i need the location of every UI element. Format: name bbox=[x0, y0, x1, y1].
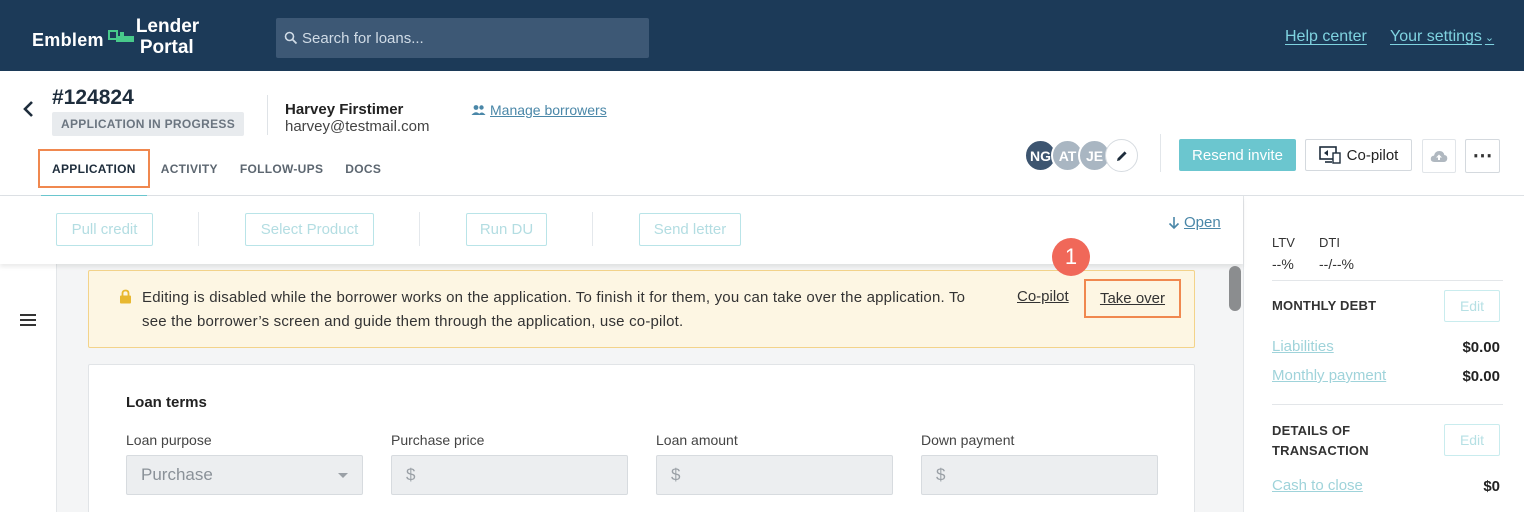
your-settings-menu[interactable]: Your settings ⌄ bbox=[1390, 28, 1494, 46]
search-icon bbox=[284, 31, 298, 45]
loan-amount-label: Loan amount bbox=[656, 432, 738, 448]
summary-panel: LTV DTI --% --/--% MONTHLY DEBT Edit Lia… bbox=[1243, 196, 1524, 512]
down-payment-label: Down payment bbox=[921, 432, 1015, 448]
monthly-debt-edit-button[interactable]: Edit bbox=[1444, 290, 1500, 322]
back-arrow-icon[interactable] bbox=[20, 99, 38, 119]
more-horizontal-icon: ⋯ bbox=[1472, 145, 1493, 167]
cash-to-close-value: $0 bbox=[1483, 478, 1500, 495]
borrower-email: harvey@testmail.com bbox=[285, 118, 430, 135]
select-product-button[interactable]: Select Product bbox=[245, 213, 374, 246]
emblem-lender-portal-logo[interactable]: Emblem Lender Portal bbox=[32, 14, 199, 60]
loan-purpose-label: Loan purpose bbox=[126, 432, 212, 448]
notice-co-pilot-link[interactable]: Co-pilot bbox=[1017, 288, 1069, 305]
hamburger-menu-icon[interactable] bbox=[20, 314, 36, 329]
logo-line-2: Portal bbox=[139, 37, 194, 58]
logo-lender-portal: Lender Portal bbox=[136, 16, 199, 58]
open-label: Open bbox=[1184, 214, 1221, 231]
dti-label: DTI bbox=[1319, 235, 1340, 250]
top-navigation-bar: Emblem Lender Portal Help center Your se… bbox=[0, 0, 1524, 71]
details-of-transaction-heading: DETAILS OF TRANSACTION bbox=[1272, 421, 1369, 461]
take-over-link[interactable]: Take over bbox=[1084, 279, 1181, 318]
dti-value: --/--% bbox=[1319, 256, 1354, 272]
loan-purpose-select[interactable]: Purchase bbox=[126, 455, 363, 495]
notice-message: Editing is disabled while the borrower w… bbox=[142, 289, 966, 330]
search-box bbox=[276, 18, 649, 58]
help-center-link[interactable]: Help center bbox=[1285, 28, 1367, 46]
lock-icon bbox=[120, 289, 131, 304]
status-badge: APPLICATION IN PROGRESS bbox=[52, 112, 245, 136]
liabilities-link[interactable]: Liabilities bbox=[1272, 338, 1334, 355]
tab-application[interactable]: APPLICATION bbox=[38, 149, 150, 199]
pull-credit-button[interactable]: Pull credit bbox=[56, 213, 153, 246]
transaction-edit-button[interactable]: Edit bbox=[1444, 424, 1500, 456]
step-number-badge: 1 bbox=[1052, 238, 1090, 276]
toolbar-divider bbox=[592, 212, 593, 246]
currency-symbol: $ bbox=[671, 465, 681, 484]
cloud-upload-icon bbox=[1430, 151, 1448, 162]
dropdown-caret-icon bbox=[338, 473, 348, 478]
search-input[interactable] bbox=[302, 29, 622, 47]
purchase-price-label: Purchase price bbox=[391, 432, 485, 448]
co-pilot-label: Co-pilot bbox=[1346, 146, 1399, 164]
arrow-down-icon bbox=[1168, 216, 1180, 229]
down-payment-input[interactable]: $ bbox=[921, 455, 1158, 495]
assigned-users: NG AT JE bbox=[1024, 139, 1138, 172]
pencil-icon bbox=[1116, 150, 1127, 161]
tab-activity[interactable]: ACTIVITY bbox=[150, 149, 229, 188]
loan-header: #124824 APPLICATION IN PROGRESS Harvey F… bbox=[0, 71, 1524, 199]
panel-divider bbox=[1272, 404, 1503, 405]
people-icon bbox=[471, 105, 486, 115]
purchase-price-input[interactable]: $ bbox=[391, 455, 628, 495]
loan-purpose-value: Purchase bbox=[141, 465, 213, 484]
left-rail bbox=[0, 264, 57, 512]
upload-button[interactable] bbox=[1422, 139, 1456, 173]
manage-borrowers-link[interactable]: Manage borrowers bbox=[471, 102, 607, 118]
loan-terms-card: Loan terms Loan purpose Purchase Purchas… bbox=[88, 364, 1195, 512]
editing-disabled-notice: Editing is disabled while the borrower w… bbox=[88, 270, 1195, 348]
logo-line-1: Lender bbox=[135, 16, 200, 37]
monthly-payment-link[interactable]: Monthly payment bbox=[1272, 367, 1386, 384]
monthly-debt-heading: MONTHLY DEBT bbox=[1272, 298, 1377, 313]
tab-follow-ups[interactable]: FOLLOW-UPS bbox=[229, 149, 334, 188]
open-toolbar-link[interactable]: Open bbox=[1168, 214, 1221, 231]
scrollbar-thumb[interactable] bbox=[1229, 266, 1241, 311]
loan-id: #124824 bbox=[52, 86, 134, 109]
ltv-label: LTV bbox=[1272, 235, 1295, 250]
settings-label: Your settings bbox=[1390, 28, 1482, 45]
toolbar-divider bbox=[198, 212, 199, 246]
chevron-down-icon: ⌄ bbox=[1484, 32, 1495, 44]
send-letter-button[interactable]: Send letter bbox=[639, 213, 741, 246]
logo-emblem-text: Emblem bbox=[32, 29, 104, 50]
header-divider-right bbox=[1160, 134, 1161, 172]
currency-symbol: $ bbox=[406, 465, 416, 484]
co-pilot-button[interactable]: Co-pilot bbox=[1305, 139, 1412, 171]
borrower-name: Harvey Firstimer bbox=[285, 101, 404, 118]
panel-divider bbox=[1272, 280, 1503, 281]
ltv-value: --% bbox=[1272, 256, 1294, 272]
edit-assignees-button[interactable] bbox=[1105, 139, 1138, 172]
currency-symbol: $ bbox=[936, 465, 946, 484]
monthly-payment-value: $0.00 bbox=[1462, 368, 1500, 385]
logo-mark-icon bbox=[107, 26, 134, 48]
tab-docs[interactable]: DOCS bbox=[334, 149, 392, 188]
loan-terms-title: Loan terms bbox=[126, 394, 207, 411]
resend-invite-button[interactable]: Resend invite bbox=[1179, 139, 1296, 171]
cash-to-close-link[interactable]: Cash to close bbox=[1272, 477, 1363, 494]
details-heading-line-2: TRANSACTION bbox=[1272, 443, 1369, 458]
loan-amount-input[interactable]: $ bbox=[656, 455, 893, 495]
liabilities-value: $0.00 bbox=[1462, 339, 1500, 356]
manage-borrowers-label: Manage borrowers bbox=[490, 102, 607, 118]
more-options-button[interactable]: ⋯ bbox=[1465, 139, 1500, 173]
run-du-button[interactable]: Run DU bbox=[466, 213, 547, 246]
details-heading-line-1: DETAILS OF bbox=[1272, 423, 1351, 438]
screen-share-icon bbox=[1318, 146, 1341, 164]
tab-bar: APPLICATION ACTIVITY FOLLOW-UPS DOCS bbox=[38, 149, 392, 199]
toolbar-divider bbox=[419, 212, 420, 246]
header-divider bbox=[267, 95, 268, 135]
